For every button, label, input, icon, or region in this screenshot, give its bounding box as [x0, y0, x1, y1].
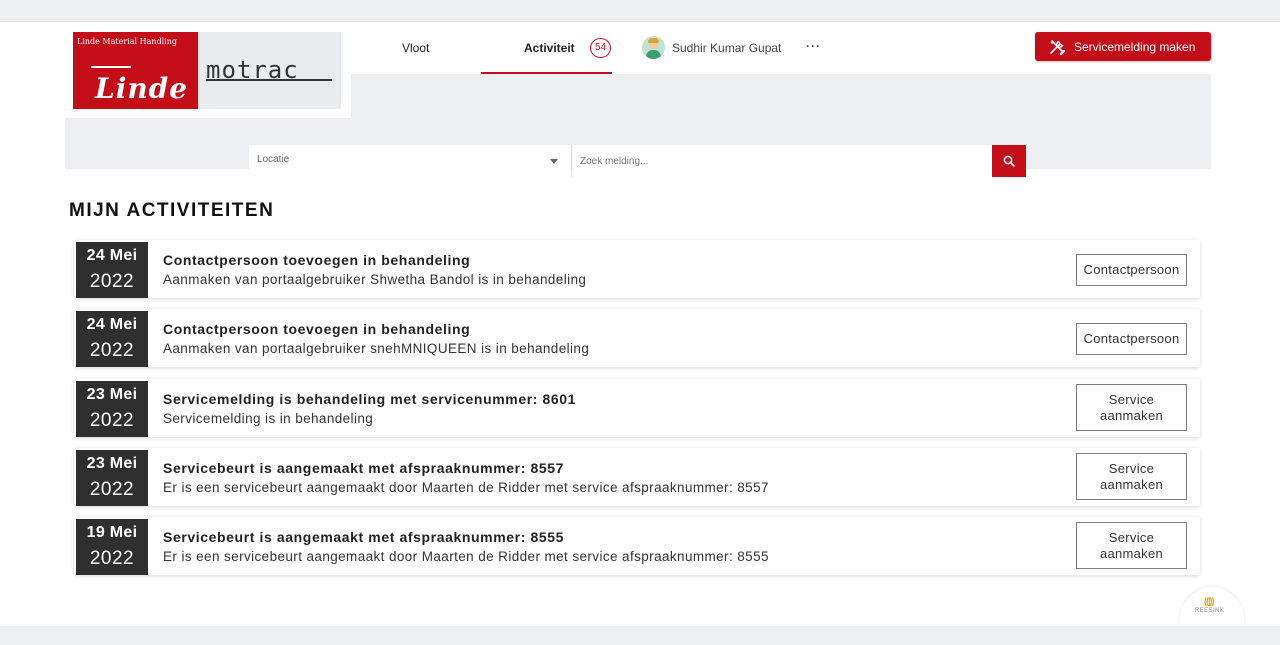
activity-title: Servicemelding is behandeling met servic… — [163, 391, 577, 407]
reesink-wordmark: REESINK — [1195, 608, 1225, 614]
activity-count-badge[interactable]: 54 — [590, 38, 611, 58]
activity-title: Contactpersoon toevoegen in behandeling — [163, 252, 471, 268]
activity-title: Servicebeurt is aangemaakt met afspraakn… — [163, 529, 565, 545]
browser-top-strip — [0, 0, 1280, 22]
linde-logo[interactable]: Linde Material Handling Linde — [73, 32, 198, 109]
activity-year: 2022 — [89, 271, 135, 292]
nav-vloot[interactable]: Vloot — [402, 41, 429, 55]
activity-day: 24 Mei — [86, 316, 138, 333]
avatar-body — [646, 50, 661, 59]
activity-description: Er is een servicebeurt aangemaakt door M… — [163, 480, 769, 495]
avatar-hair — [648, 38, 659, 43]
create-service-report-button[interactable]: Servicemelding maken — [1035, 32, 1211, 61]
location-dropdown[interactable]: Locatie — [249, 145, 572, 177]
page-title: MIJN ACTIVITEITEN — [69, 200, 275, 221]
linde-wordmark: Linde — [95, 72, 189, 105]
activity-year: 2022 — [89, 548, 135, 569]
activity-title: Servicebeurt is aangemaakt met afspraakn… — [163, 460, 565, 476]
activity-date: 24 Mei 2022 — [76, 311, 148, 367]
reesink-logo-icon: ((|)) — [1204, 596, 1214, 606]
linde-swoosh — [91, 66, 131, 68]
activity-date: 23 Mei 2022 — [76, 450, 148, 506]
activity-day: 23 Mei — [86, 386, 138, 403]
activity-action-button[interactable]: Service aanmaken — [1076, 522, 1187, 569]
activity-date: 19 Mei 2022 — [76, 519, 148, 575]
activity-year: 2022 — [89, 340, 135, 361]
search-icon — [1003, 155, 1015, 167]
activity-description: Er is een servicebeurt aangemaakt door M… — [163, 549, 769, 564]
activity-year: 2022 — [89, 410, 135, 431]
linde-tagline: Linde Material Handling — [77, 37, 177, 46]
search-input[interactable] — [573, 145, 993, 177]
activity-date: 23 Mei 2022 — [76, 381, 148, 437]
activity-action-button[interactable]: Contactpersoon — [1076, 323, 1187, 355]
activity-action-button[interactable]: Service aanmaken — [1076, 384, 1187, 431]
activity-action-button[interactable]: Service aanmaken — [1076, 453, 1187, 500]
location-placeholder: Locatie — [257, 154, 290, 165]
nav-activiteit[interactable]: Activiteit — [524, 41, 575, 55]
activity-day: 23 Mei — [86, 455, 138, 472]
activity-card: 23 Mei 2022 Servicemelding is behandelin… — [74, 379, 1200, 437]
bottom-strip — [0, 626, 1280, 645]
search-button[interactable] — [992, 145, 1026, 177]
motrac-underline — [206, 79, 332, 81]
activity-day: 24 Mei — [86, 247, 138, 264]
activity-day: 19 Mei — [86, 524, 138, 541]
activity-card: 19 Mei 2022 Servicebeurt is aangemaakt m… — [74, 517, 1200, 575]
tools-icon — [1048, 38, 1066, 56]
user-name[interactable]: Sudhir Kumar Gupat — [672, 41, 781, 55]
activity-action-button[interactable]: Contactpersoon — [1076, 254, 1187, 286]
active-tab-indicator — [481, 72, 612, 74]
activity-description: Aanmaken van portaalgebruiker snehMNIQUE… — [163, 341, 590, 356]
more-menu-icon[interactable]: ··· — [806, 39, 821, 53]
activity-description: Aanmaken van portaalgebruiker Shwetha Ba… — [163, 272, 587, 287]
caret-down-icon — [550, 159, 558, 164]
create-service-report-label: Servicemelding maken — [1074, 39, 1196, 54]
activity-title: Contactpersoon toevoegen in behandeling — [163, 321, 471, 337]
activity-description: Servicemelding is in behandeling — [163, 411, 374, 426]
activity-date: 24 Mei 2022 — [76, 242, 148, 298]
reesink-badge[interactable]: ((|)) REESINK — [1180, 587, 1244, 627]
activity-card: 24 Mei 2022 Contactpersoon toevoegen in … — [74, 240, 1200, 298]
user-avatar[interactable] — [642, 36, 665, 59]
activity-card: 24 Mei 2022 Contactpersoon toevoegen in … — [74, 309, 1200, 367]
activity-year: 2022 — [89, 479, 135, 500]
activity-card: 23 Mei 2022 Servicebeurt is aangemaakt m… — [74, 448, 1200, 506]
